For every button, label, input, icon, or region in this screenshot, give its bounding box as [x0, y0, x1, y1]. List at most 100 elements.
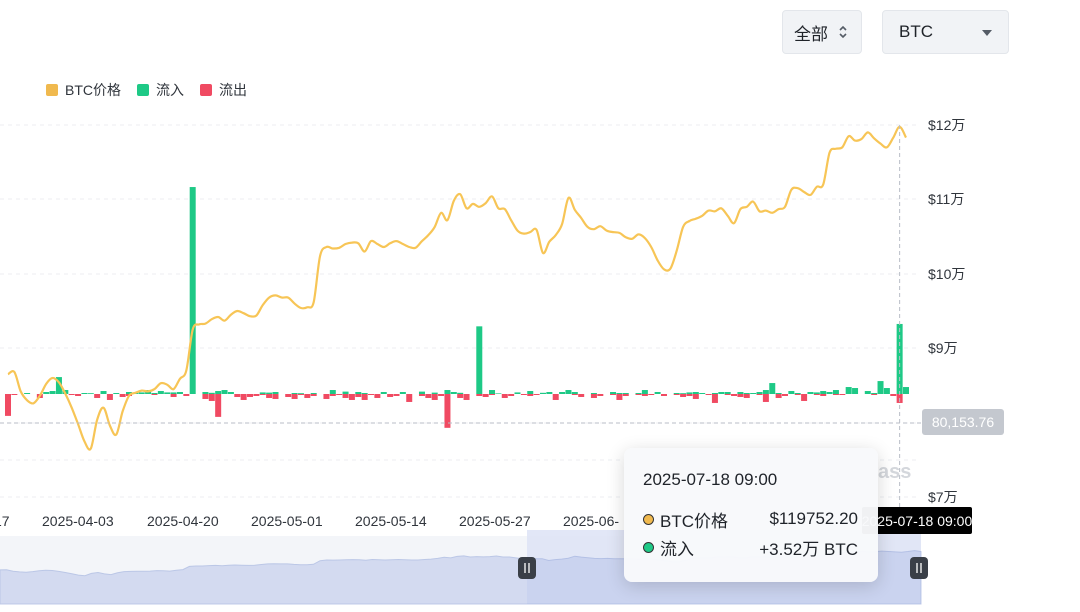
- x-tick-label: 17: [0, 513, 10, 529]
- outflow-bar: [457, 394, 464, 398]
- inflow-bar: [559, 392, 566, 394]
- inflow-bar: [877, 381, 884, 394]
- inflow-bar: [227, 392, 234, 394]
- outflow-bar: [724, 394, 731, 395]
- inflow-bar: [81, 393, 88, 394]
- inflow-bar: [202, 392, 209, 394]
- outflow-bar: [291, 394, 298, 399]
- inflow-bar: [546, 392, 553, 394]
- inflow-bar: [272, 392, 279, 394]
- tooltip-value-inflow: +3.52万 BTC: [759, 539, 858, 559]
- outflow-bar: [94, 394, 101, 398]
- outflow-bar: [711, 394, 718, 403]
- outflow-bar: [418, 394, 425, 396]
- outflow-bar: [259, 394, 266, 395]
- inflow-bar: [699, 393, 706, 394]
- crosshair-date-label: 2025-07-18 09:00: [862, 513, 973, 529]
- outflow-bar: [552, 394, 559, 400]
- outflow-bar: [323, 394, 330, 399]
- outflow-bar: [597, 394, 604, 396]
- flow-price-chart[interactable]: $7万 $9万 $10万 $11万 $12万 17 2025-04-03 2025-04-20…: [0, 0, 1080, 612]
- outflow-bar: [813, 394, 820, 395]
- outflow-bar: [170, 394, 177, 397]
- outflow-bar: [832, 394, 839, 395]
- outflow-bar: [686, 394, 693, 396]
- tooltip-name-inflow: 流入: [660, 539, 694, 559]
- outflow-bar: [336, 394, 343, 395]
- outflow-bar: [387, 394, 394, 397]
- outflow-bar: [794, 394, 801, 395]
- inflow-bar: [673, 393, 680, 394]
- inflow-bar: [476, 326, 483, 394]
- grid-layer: [0, 124, 918, 498]
- inflow-bar: [820, 391, 827, 394]
- outflow-bar: [731, 394, 738, 396]
- outflow-bar: [590, 394, 597, 398]
- outflow-bar: [329, 394, 336, 396]
- outflow-bar: [234, 394, 241, 397]
- inflow-bar: [864, 391, 871, 394]
- x-tick-label: 2025-05-14: [355, 513, 427, 529]
- inflow-bar: [43, 392, 50, 394]
- inflow-bar: [826, 392, 833, 394]
- tooltip-date: 2025-07-18 09:00: [643, 470, 778, 489]
- outflow-bar: [215, 394, 222, 417]
- outflow-bar: [508, 394, 515, 396]
- zoom-handle[interactable]: [910, 557, 928, 579]
- inflow-bar: [138, 392, 145, 394]
- outflow-bar: [616, 394, 623, 400]
- tooltip-dot-inflow: [643, 541, 654, 553]
- outflow-bar: [820, 394, 827, 396]
- zoom-handle-grip: [910, 557, 928, 579]
- inflow-bar: [756, 392, 763, 394]
- inflow-bar: [711, 393, 718, 394]
- inflow-bar: [495, 393, 502, 394]
- outflow-bar: [610, 394, 617, 395]
- outflow-bar: [839, 394, 846, 395]
- inflow-bar: [310, 393, 317, 394]
- zoom-handle[interactable]: [518, 557, 536, 579]
- outflow-bar: [106, 394, 113, 400]
- inflow-bar: [87, 393, 94, 394]
- outflow-bar: [285, 394, 292, 397]
- outflow-bar: [310, 394, 317, 396]
- inflow-bar: [329, 390, 336, 394]
- inflow-bar: [291, 393, 298, 394]
- outflow-bar: [374, 394, 381, 398]
- outflow-bar: [871, 394, 878, 395]
- outflow-bar: [476, 394, 483, 396]
- inflow-bar: [431, 392, 438, 394]
- outflow-bar: [622, 394, 629, 396]
- outflow-bar: [680, 394, 687, 397]
- outflow-bar: [202, 394, 209, 399]
- inflow-bar: [654, 392, 661, 394]
- outflow-bar: [533, 394, 540, 395]
- outflow-bar: [756, 394, 763, 395]
- outflow-bar: [297, 394, 304, 395]
- inflow-bar: [616, 393, 623, 394]
- outflow-bar: [635, 394, 642, 395]
- inflow-bar: [170, 392, 177, 394]
- tooltip-row-inflow: 流入 +3.52万 BTC: [643, 533, 858, 561]
- chart-tooltip: 2025-07-18 09:00 BTC价格 $119752.20 流入 +3.…: [624, 448, 878, 582]
- tooltip-dot-price: [643, 513, 654, 525]
- inflow-bar: [832, 390, 839, 394]
- inflow-bar: [380, 392, 387, 394]
- inflow-bar: [813, 392, 820, 394]
- inflow-bar: [208, 392, 215, 394]
- outflow-bar: [673, 394, 680, 395]
- outflow-bar: [743, 394, 750, 398]
- outflow-bar: [406, 394, 413, 402]
- x-tick-label: 2025-06-: [563, 513, 619, 529]
- x-tick-label: 2025-05-01: [251, 513, 323, 529]
- inflow-bar: [399, 392, 406, 394]
- inflow-bar: [565, 390, 572, 394]
- outflow-bar: [489, 394, 496, 395]
- outflow-bar: [425, 394, 432, 398]
- inflow-bar: [24, 393, 31, 394]
- outflow-bar: [68, 394, 75, 395]
- inflow-bar: [845, 387, 852, 394]
- outflow-bar: [368, 394, 375, 395]
- outflow-bar: [692, 394, 699, 399]
- outflow-bar: [342, 394, 349, 398]
